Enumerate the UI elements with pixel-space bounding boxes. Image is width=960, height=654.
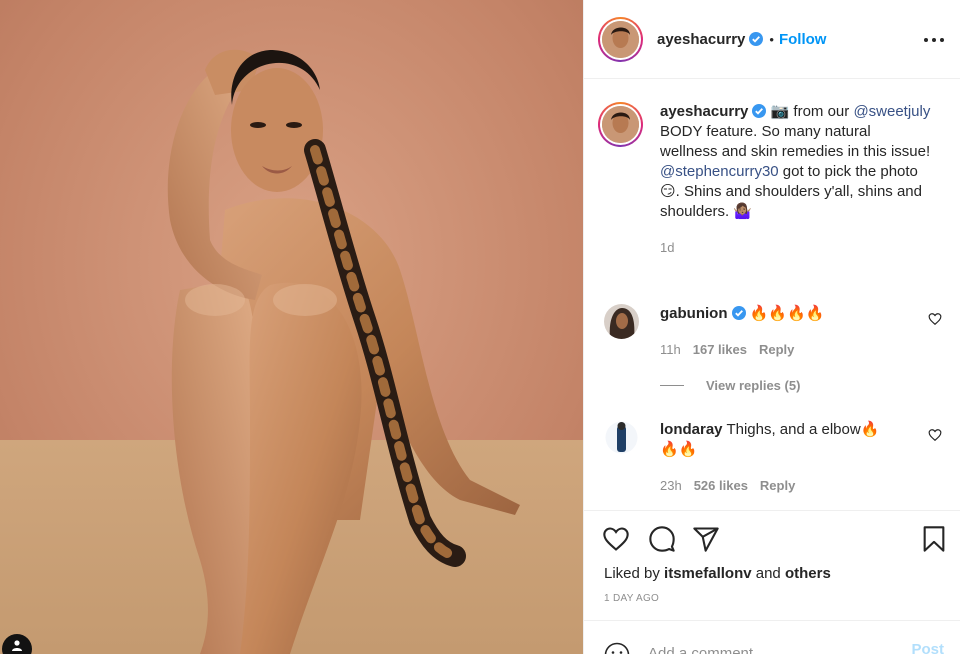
add-comment-bar: Add a comment… Post <box>584 620 960 654</box>
post-actions: Liked by itsmefallonv and others 1 DAY A… <box>584 510 960 614</box>
commenter-avatar[interactable] <box>604 420 639 455</box>
comment-time[interactable]: 23h <box>660 478 682 493</box>
post-comment-button[interactable]: Post <box>911 641 944 654</box>
header-separator: • <box>769 31 774 47</box>
view-replies-label: View replies (5) <box>706 378 801 393</box>
comment-body: londaray Thighs, and a elbow🔥🔥🔥 23h 526 l… <box>660 420 890 496</box>
like-comment-heart-icon[interactable] <box>928 428 942 442</box>
share-icon[interactable] <box>692 525 720 553</box>
caption-part-2: BODY feature. So many natural wellness a… <box>660 123 931 160</box>
liked-by-prefix: Liked by <box>604 565 665 582</box>
commenter-avatar-image <box>604 304 639 339</box>
commenter-avatar-image <box>604 420 639 455</box>
post-header: ayeshacurry • Follow <box>584 0 960 79</box>
more-options-dot <box>940 38 944 42</box>
post-image <box>0 0 583 654</box>
comment-username[interactable]: londaray <box>660 421 723 438</box>
post-photo[interactable] <box>0 0 583 654</box>
comment-meta: 23h 526 likes Reply <box>660 476 890 496</box>
caption-avatar-image <box>602 106 639 143</box>
comment-text: 🔥🔥🔥🔥 <box>749 305 825 322</box>
comment-body: gabunion 🔥🔥🔥🔥 11h 167 likes Reply <box>660 304 890 360</box>
caption-avatar[interactable] <box>598 102 643 147</box>
caption: ayeshacurry 📷 from our @sweetjuly BODY f… <box>598 102 950 258</box>
comment-meta: 11h 167 likes Reply <box>660 340 890 360</box>
caption-age[interactable]: 1d <box>660 240 674 255</box>
verified-badge-icon <box>749 32 764 46</box>
liked-by-others[interactable]: others <box>785 565 831 582</box>
caption-text: ayeshacurry 📷 from our @sweetjuly BODY f… <box>660 102 932 258</box>
post-timestamp[interactable]: 1 DAY AGO <box>604 593 659 604</box>
like-comment-heart-icon[interactable] <box>928 312 942 326</box>
commenter-avatar[interactable] <box>604 304 639 339</box>
comment-time[interactable]: 11h <box>660 342 681 357</box>
post-side-panel: ayeshacurry • Follow ayeshacurry 📷 from … <box>583 0 960 654</box>
view-replies-button[interactable]: View replies (5) <box>660 378 800 393</box>
more-options-icon <box>924 38 928 42</box>
verified-badge-icon <box>731 306 746 320</box>
bookmark-icon[interactable] <box>920 525 948 553</box>
comment-username[interactable]: gabunion <box>660 305 728 322</box>
heart-icon[interactable] <box>602 525 630 553</box>
comment-item: gabunion 🔥🔥🔥🔥 11h 167 likes Reply <box>604 304 950 360</box>
liked-by: Liked by itsmefallonv and others <box>604 565 831 582</box>
more-options-dot <box>932 38 936 42</box>
mention-sweetjuly[interactable]: @sweetjuly <box>853 103 930 120</box>
caption-username[interactable]: ayeshacurry <box>660 103 748 120</box>
comment-icon[interactable] <box>648 525 676 553</box>
caption-part-1: 📷 from our <box>770 103 854 120</box>
reply-button[interactable]: Reply <box>760 478 795 493</box>
liked-by-and: and <box>751 565 785 582</box>
author-avatar-image <box>602 20 639 58</box>
comment-item: londaray Thighs, and a elbow🔥🔥🔥 23h 526 l… <box>604 420 950 496</box>
emoji-icon[interactable] <box>604 642 630 654</box>
comments-list[interactable]: ayeshacurry 📷 from our @sweetjuly BODY f… <box>584 80 960 510</box>
follow-button[interactable]: Follow <box>779 31 827 48</box>
author-username[interactable]: ayeshacurry <box>657 31 745 48</box>
verified-badge-icon <box>752 104 767 118</box>
reply-button[interactable]: Reply <box>759 342 794 357</box>
more-options-button[interactable] <box>924 30 944 50</box>
author-avatar[interactable] <box>598 16 643 62</box>
caption-meta: 1d <box>660 238 932 258</box>
liked-by-user[interactable]: itsmefallonv <box>664 565 752 582</box>
view-replies-line <box>660 385 684 386</box>
comment-likes[interactable]: 167 likes <box>693 342 747 357</box>
user-tag-icon <box>12 640 22 651</box>
mention-stephencurry30[interactable]: @stephencurry30 <box>660 163 779 180</box>
comment-input[interactable]: Add a comment… <box>648 645 768 654</box>
comment-likes[interactable]: 526 likes <box>694 478 748 493</box>
